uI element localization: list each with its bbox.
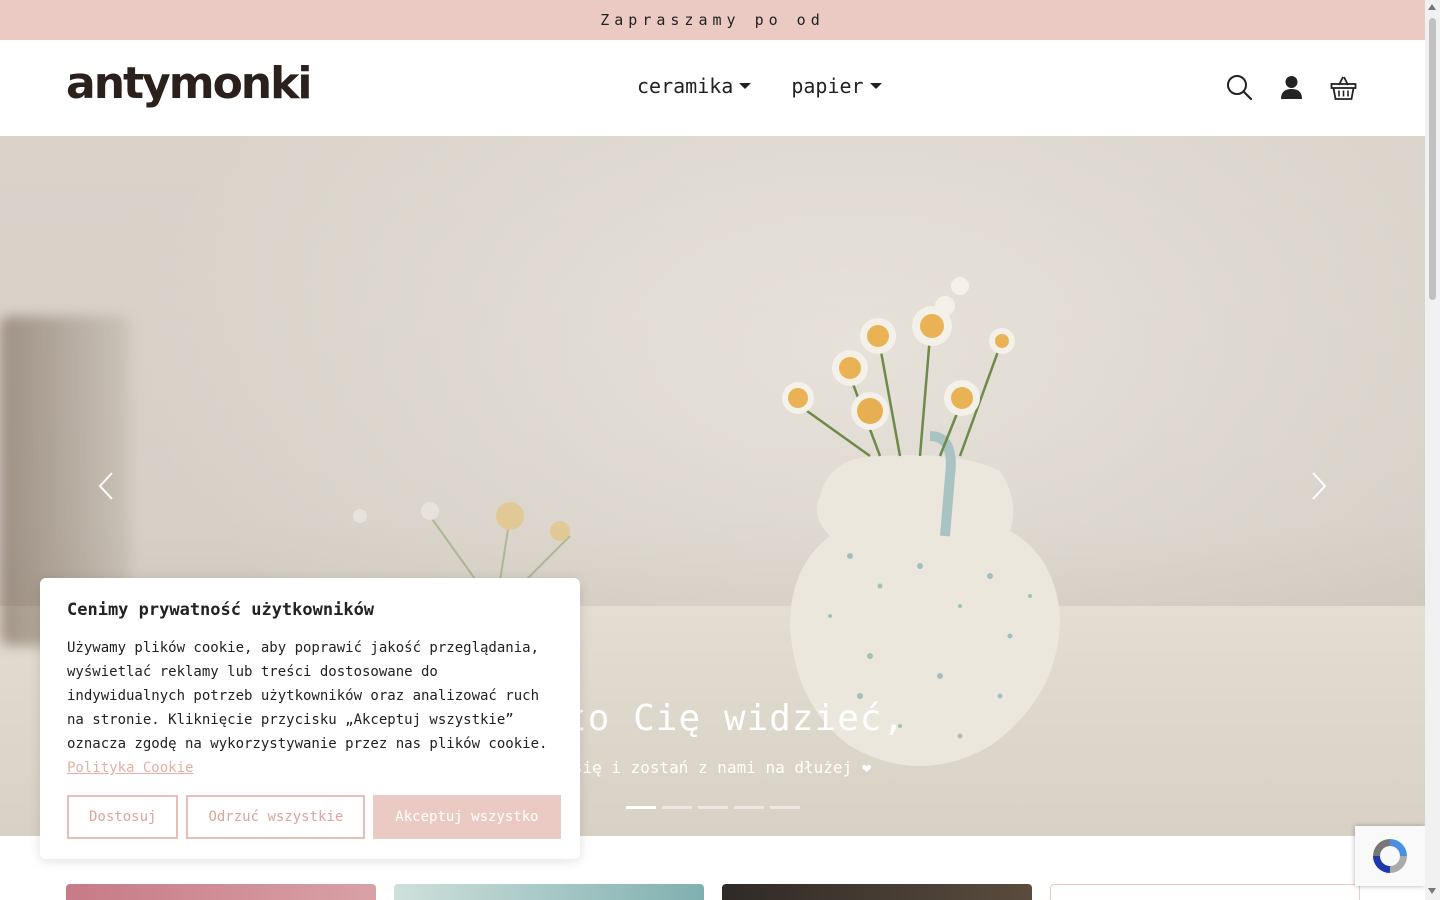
site-header: antymonki ceramika papier <box>0 40 1425 136</box>
cookie-body-text: Używamy plików cookie, aby poprawić jako… <box>67 640 548 752</box>
category-card[interactable] <box>1050 884 1360 900</box>
recaptcha-badge[interactable] <box>1355 826 1425 886</box>
carousel-indicator[interactable] <box>662 806 692 809</box>
cookie-policy-link[interactable]: Polityka Cookie <box>67 760 193 776</box>
caret-down-icon <box>869 83 882 89</box>
header-actions <box>1226 74 1357 101</box>
category-card[interactable] <box>722 884 1032 900</box>
cookie-body: Używamy plików cookie, aby poprawić jako… <box>67 636 553 780</box>
caret-down-icon <box>739 83 752 89</box>
carousel-indicators <box>626 806 800 809</box>
customize-button[interactable]: Dostosuj <box>67 795 179 839</box>
announcement-bar: Zapraszamy po od <box>0 0 1425 40</box>
reject-all-button[interactable]: Odrzuć wszystkie <box>186 795 366 839</box>
cookie-consent-dialog: Cenimy prywatność użytkowników Używamy p… <box>40 578 580 859</box>
nav-item-label: ceramika <box>637 74 734 98</box>
chevron-right-icon[interactable] <box>1303 471 1333 501</box>
basket-icon[interactable] <box>1330 74 1357 101</box>
carousel-indicator[interactable] <box>626 806 656 809</box>
main-nav: ceramika papier <box>637 74 882 98</box>
scrollbar-thumb[interactable] <box>1429 18 1436 300</box>
cookie-actions: Dostosuj Odrzuć wszystkie Akceptuj wszys… <box>67 795 561 839</box>
user-icon[interactable] <box>1278 74 1305 101</box>
carousel-indicator[interactable] <box>770 806 800 809</box>
recaptcha-icon <box>1373 839 1407 873</box>
accept-all-button[interactable]: Akceptuj wszystko <box>373 795 561 839</box>
logo[interactable]: antymonki <box>66 62 312 106</box>
scroll-up-arrow-icon[interactable] <box>1428 4 1436 10</box>
carousel-indicator[interactable] <box>734 806 764 809</box>
nav-item-ceramika[interactable]: ceramika <box>637 74 752 98</box>
category-card[interactable] <box>394 884 704 900</box>
nav-item-label: papier <box>791 74 864 98</box>
scroll-down-arrow-icon[interactable] <box>1428 888 1436 894</box>
cookie-title: Cenimy prywatność użytkowników <box>67 600 375 620</box>
logo-text: antymonki <box>66 58 312 109</box>
nav-item-papier[interactable]: papier <box>791 74 882 98</box>
page-scrollbar[interactable] <box>1425 0 1440 900</box>
category-card[interactable] <box>66 884 376 900</box>
announcement-text: Zapraszamy po od <box>600 11 825 29</box>
category-cards <box>66 884 1360 900</box>
chevron-left-icon[interactable] <box>92 471 122 501</box>
carousel-indicator[interactable] <box>698 806 728 809</box>
search-icon[interactable] <box>1226 74 1253 101</box>
